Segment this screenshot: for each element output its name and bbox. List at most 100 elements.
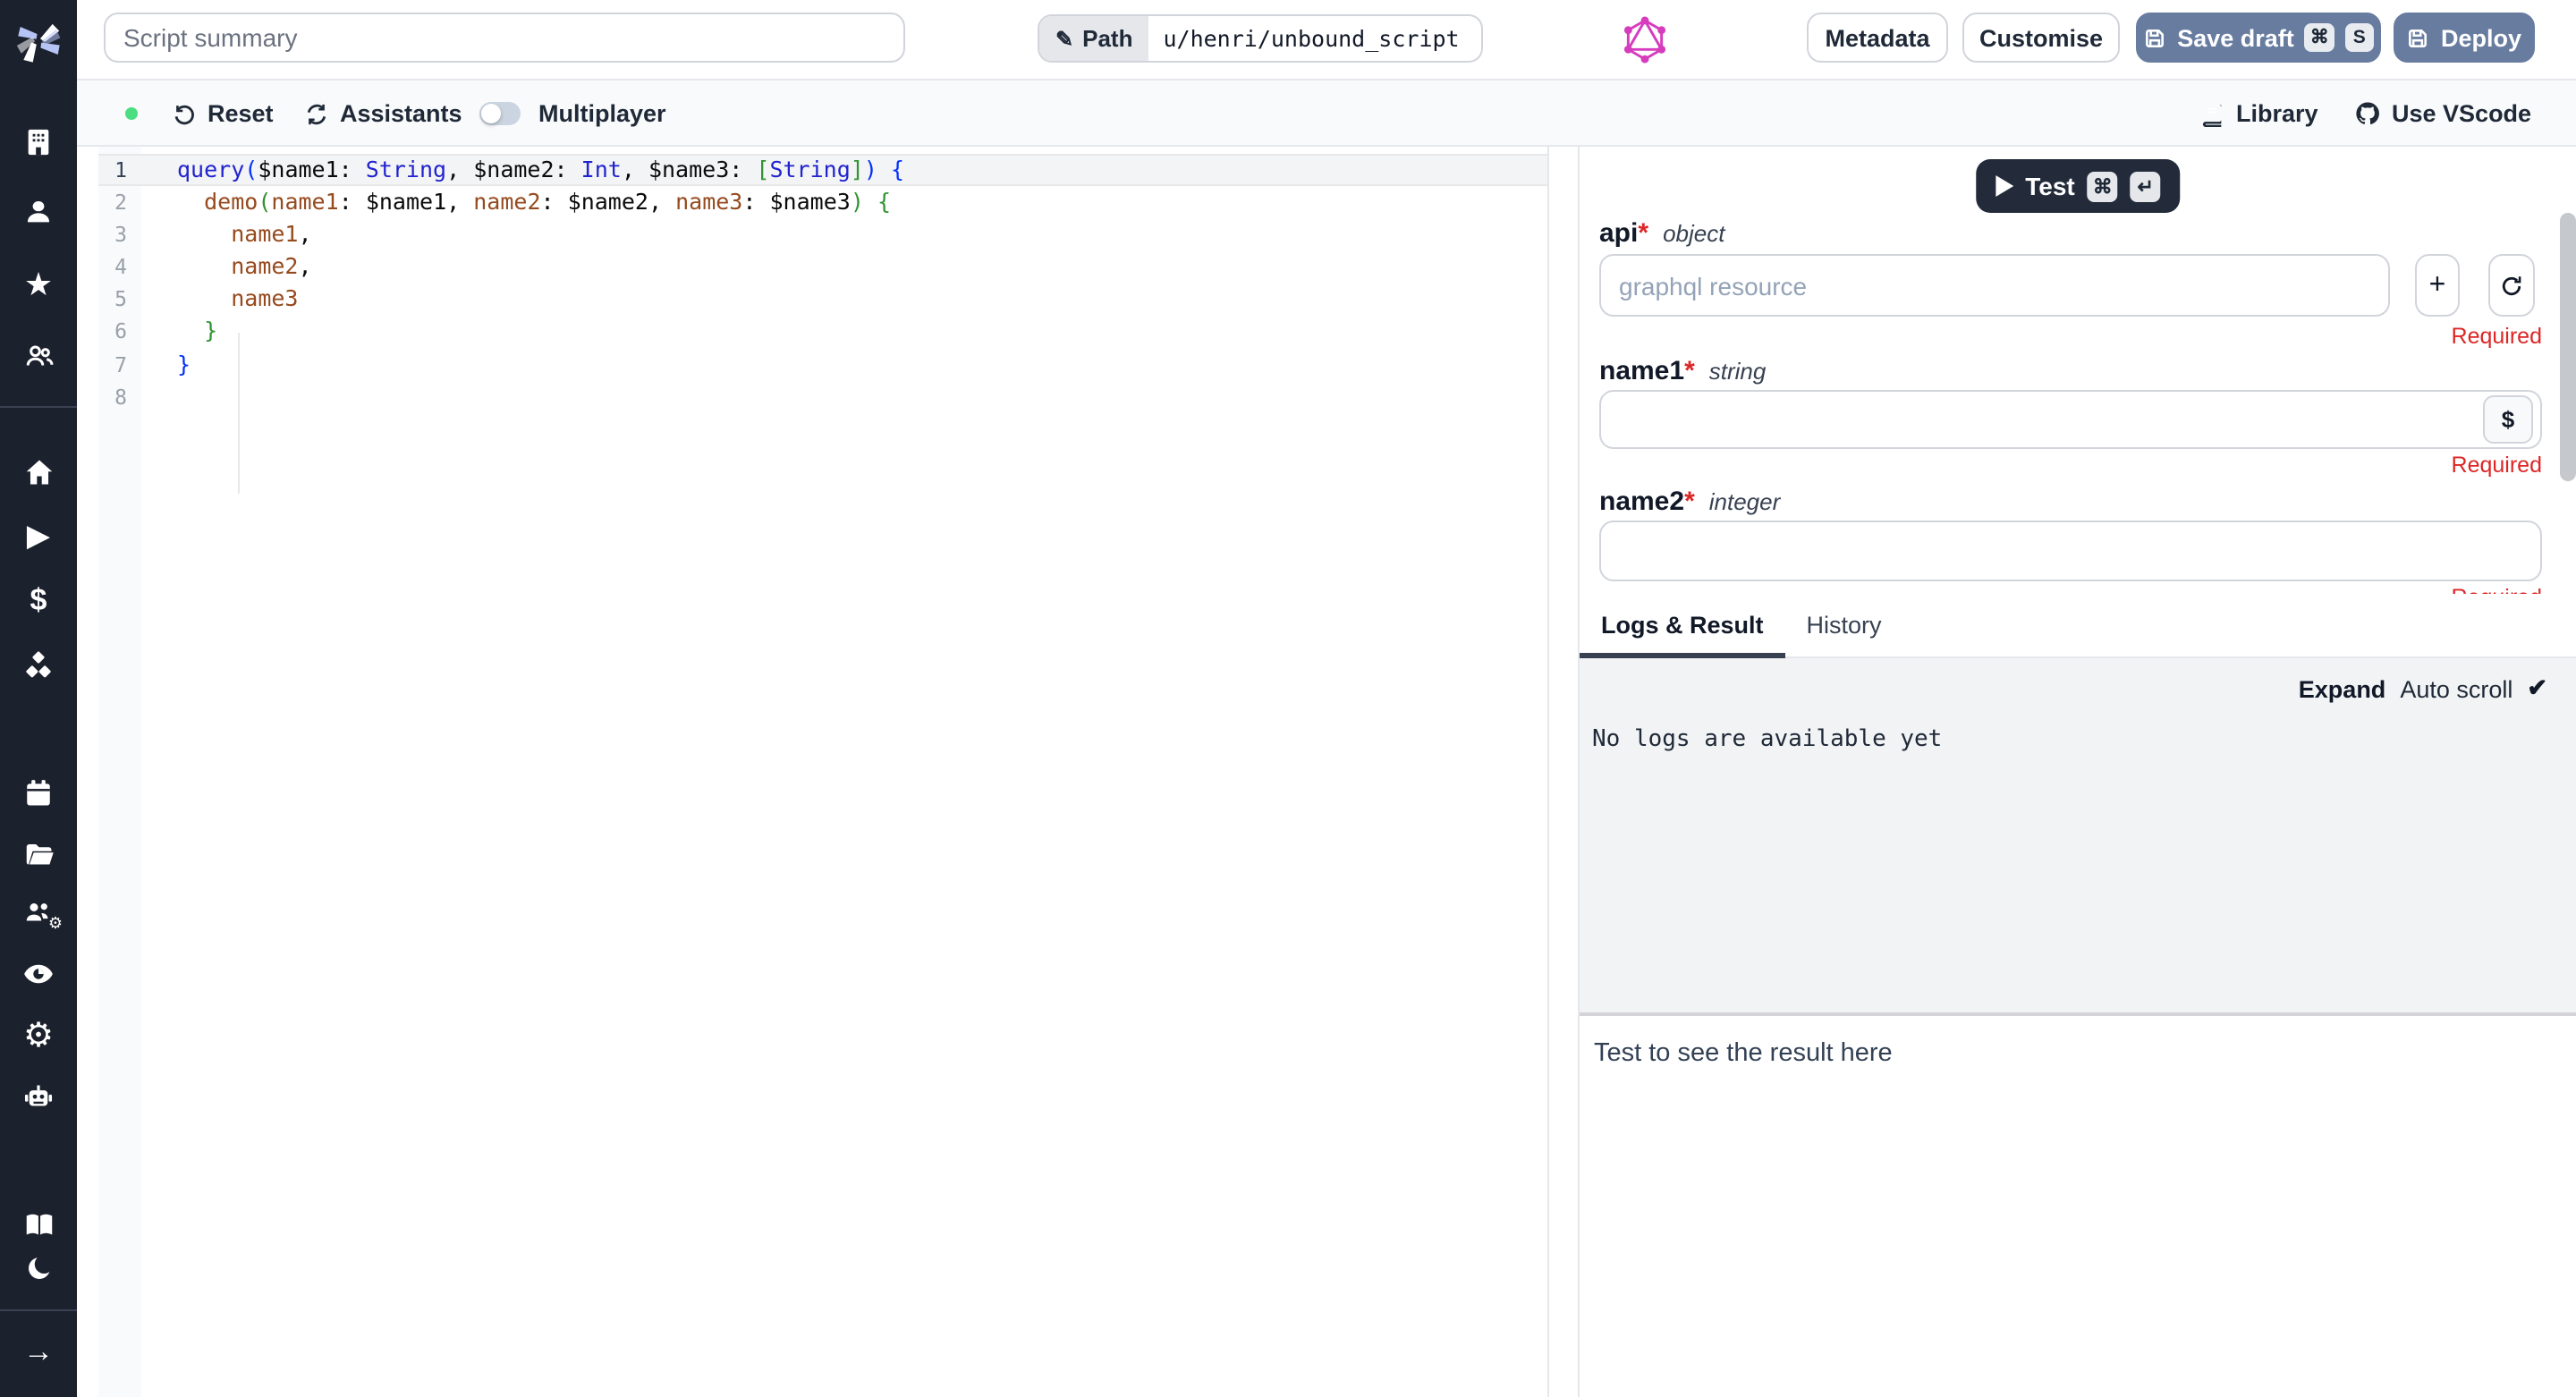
mini-gear-icon: ⚙ (48, 913, 63, 933)
sidebar-item-folders[interactable] (0, 831, 77, 877)
metadata-button[interactable]: Metadata (1807, 13, 1948, 63)
deploy-button[interactable]: Deploy (2394, 13, 2535, 63)
api-resource-input[interactable] (1599, 254, 2390, 317)
windmill-logo-icon[interactable] (13, 14, 64, 66)
code-line[interactable]: 6 } (98, 316, 1547, 348)
code-line[interactable]: 3 name1, (98, 218, 1547, 250)
script-summary-input[interactable] (104, 13, 905, 63)
sidebar-item-dark-mode[interactable] (0, 1245, 77, 1291)
line-number: 2 (98, 186, 127, 218)
code-line[interactable]: 5 name3 (98, 284, 1547, 316)
header-bar: ✎ Path u/henri/unbound_script (77, 0, 2576, 80)
library-book-icon (2200, 101, 2225, 126)
code-line[interactable]: 4 name2, (98, 251, 1547, 284)
code-text: name2, (177, 251, 312, 284)
line-number: 1 (98, 154, 127, 186)
code-line[interactable]: 1 query($name1: String, $name2: Int, $nam… (98, 154, 1547, 186)
line-number: 4 (98, 251, 127, 284)
users-icon (22, 339, 55, 371)
reset-button[interactable]: Reset (172, 80, 274, 147)
sidebar-item-user[interactable] (0, 189, 77, 235)
path-badge[interactable]: ✎ Path u/henri/unbound_script (1038, 14, 1483, 63)
windmill-script-editor: ★ ▶ $ ⚙ ⚙ (0, 0, 2576, 1397)
play-icon: ▶ (27, 521, 50, 551)
metadata-label: Metadata (1825, 24, 1929, 51)
name2-input[interactable] (1599, 521, 2542, 580)
add-resource-button[interactable]: + (2415, 254, 2460, 317)
cubes-icon (21, 648, 55, 682)
code-line[interactable]: 8 (98, 380, 1547, 412)
sidebar-expand-button[interactable]: → (0, 1327, 77, 1374)
field-name: name1 (1599, 356, 1684, 386)
path-label[interactable]: ✎ Path (1039, 16, 1148, 61)
code-text: query($name1: String, $name2: Int, $name… (177, 154, 904, 186)
sidebar-item-resources[interactable] (0, 642, 77, 689)
autoscroll-checkbox[interactable]: ✔ (2527, 674, 2547, 703)
sidebar-item-audit-logs[interactable] (0, 951, 77, 997)
customise-button[interactable]: Customise (1962, 13, 2120, 63)
library-button[interactable]: Library (2200, 80, 2318, 147)
field-type: integer (1709, 488, 1781, 515)
customise-label: Customise (1979, 24, 2103, 51)
sidebar-item-settings[interactable]: ⚙ (0, 1013, 77, 1060)
field-label-name1: name1* string (1599, 356, 1766, 386)
result-empty-text: Test to see the result here (1594, 1039, 1893, 1068)
refresh-icon (2499, 273, 2524, 298)
refresh-resource-button[interactable] (2488, 254, 2535, 317)
code-line[interactable]: 7} (98, 348, 1547, 380)
required-star: * (1684, 356, 1695, 386)
tab-history[interactable]: History (1785, 593, 1903, 656)
sidebar-item-docs[interactable] (0, 1201, 77, 1248)
expand-button[interactable]: Expand (2299, 675, 2386, 702)
line-number: 3 (98, 218, 127, 250)
logs-empty-text: No logs are available yet (1592, 726, 1942, 753)
save-icon (2143, 26, 2166, 49)
code-editor[interactable]: 1 query($name1: String, $name2: Int, $nam… (98, 147, 1549, 1397)
eye-icon (21, 957, 55, 991)
save-draft-label: Save draft (2177, 24, 2294, 51)
sidebar-item-schedules[interactable] (0, 770, 77, 817)
save-icon (2407, 26, 2430, 49)
field-type: object (1663, 220, 1724, 247)
path-label-text: Path (1082, 25, 1132, 52)
reset-icon (172, 101, 197, 126)
use-vscode-button[interactable]: Use VScode (2354, 80, 2531, 147)
dollar-icon: $ (2502, 405, 2514, 432)
multiplayer-toggle[interactable] (479, 80, 521, 147)
toggle-switch[interactable] (479, 102, 521, 125)
line-number: 7 (98, 348, 127, 380)
save-draft-button[interactable]: Save draft ⌘ S (2136, 13, 2381, 63)
dollar-icon: $ (30, 584, 47, 614)
variable-picker-button[interactable]: $ (2483, 394, 2533, 443)
sidebar-item-workers[interactable] (0, 1074, 77, 1121)
sidebar-item-workspace[interactable] (0, 118, 77, 165)
required-hint-name1: Required (2452, 453, 2542, 478)
required-hint-api: Required (2452, 324, 2542, 349)
sidebar-item-home[interactable] (0, 448, 77, 495)
tab-logs-result[interactable]: Logs & Result (1580, 593, 1785, 656)
sidebar-item-favorites[interactable]: ★ (0, 261, 77, 308)
sidebar-item-variables[interactable]: $ (0, 576, 77, 622)
assistants-button[interactable]: Assistants (304, 80, 462, 147)
autoscroll-label[interactable]: Auto scroll (2400, 675, 2512, 702)
code-text: demo(name1: $name1, name2: $name2, name3… (177, 186, 891, 218)
arrow-right-icon: → (23, 1335, 54, 1366)
required-star: * (1638, 218, 1648, 249)
book-icon (22, 1208, 55, 1240)
script-args-form: api* object + Required name1* string (1580, 147, 2551, 593)
sidebar-item-groups[interactable] (0, 332, 77, 378)
code-text: name3 (177, 284, 299, 316)
sidebar-item-runs[interactable]: ▶ (0, 512, 77, 559)
sidebar-item-groups-admin[interactable]: ⚙ (0, 890, 77, 936)
form-scrollbar[interactable] (2560, 213, 2576, 481)
main-area: ✎ Path u/henri/unbound_script (77, 0, 2576, 1397)
name1-input[interactable] (1599, 389, 2542, 448)
logs-controls: Expand Auto scroll ✔ (2299, 674, 2547, 703)
code-text: } (177, 316, 217, 348)
line-number: 6 (98, 316, 127, 348)
code-line[interactable]: 2 demo(name1: $name1, name2: $name2, nam… (98, 186, 1547, 218)
moon-icon (22, 1252, 55, 1284)
graphql-logo-icon (1623, 16, 1667, 64)
home-icon (22, 455, 55, 487)
field-type: string (1709, 358, 1767, 385)
